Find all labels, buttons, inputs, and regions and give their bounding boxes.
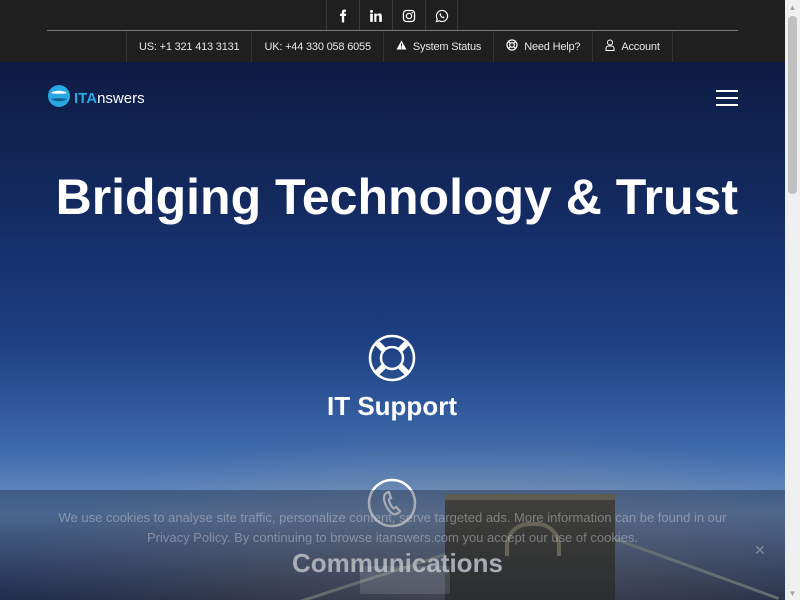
scrollbar-thumb[interactable] bbox=[788, 16, 797, 194]
need-help-link[interactable]: Need Help? bbox=[493, 31, 592, 62]
system-status-link[interactable]: System Status bbox=[382, 31, 493, 62]
cookie-notice: We use cookies to analyse site traffic, … bbox=[0, 490, 785, 600]
system-status-label: System Status bbox=[412, 40, 482, 53]
uk-phone-link[interactable]: UK: +44 330 058 6055 bbox=[251, 31, 382, 62]
hero-section: ITA nswers Bridging Technology & Trust IT… bbox=[0, 62, 785, 600]
hero-headline: Bridging Technology & Trust bbox=[55, 169, 738, 225]
warning-icon bbox=[396, 40, 407, 53]
need-help-label: Need Help? bbox=[524, 40, 581, 53]
service-label: IT Support bbox=[327, 391, 457, 421]
lifebuoy-icon bbox=[506, 39, 518, 54]
account-link[interactable]: Account bbox=[592, 31, 673, 62]
account-label: Account bbox=[621, 40, 660, 53]
hamburger-menu-icon[interactable] bbox=[716, 90, 738, 106]
logo-text-ita: ITA bbox=[74, 90, 98, 107]
contact-bar: US: +1 321 413 3131 UK: +44 330 058 6055… bbox=[126, 31, 673, 62]
logo-text-nswers: nswers bbox=[97, 90, 145, 107]
us-phone-label: US: +1 321 413 3131 bbox=[139, 40, 240, 53]
service-it-support[interactable]: IT Support bbox=[292, 333, 492, 422]
instagram-icon[interactable] bbox=[392, 0, 425, 31]
lifebuoy-icon bbox=[292, 333, 492, 383]
logo-mark-icon bbox=[47, 84, 71, 113]
site-logo[interactable]: ITA nswers bbox=[47, 84, 145, 113]
top-bar: US: +1 321 413 3131 UK: +44 330 058 6055… bbox=[0, 0, 785, 62]
scroll-down-arrow-icon[interactable]: ▼ bbox=[785, 586, 800, 600]
user-icon bbox=[605, 39, 615, 54]
social-links bbox=[326, 0, 458, 31]
facebook-icon[interactable] bbox=[326, 0, 359, 31]
scroll-up-arrow-icon[interactable]: ▲ bbox=[785, 0, 800, 14]
linkedin-icon[interactable] bbox=[359, 0, 392, 31]
page-scrollbar[interactable]: ▲ ▼ bbox=[785, 0, 800, 600]
cookie-accept-button[interactable] bbox=[360, 566, 450, 594]
whatsapp-icon[interactable] bbox=[425, 0, 458, 31]
us-phone-link[interactable]: US: +1 321 413 3131 bbox=[126, 31, 251, 62]
uk-phone-label: UK: +44 330 058 6055 bbox=[264, 40, 371, 53]
close-icon[interactable]: ✕ bbox=[754, 542, 766, 559]
cookie-text: We use cookies to analyse site traffic, … bbox=[58, 510, 727, 545]
